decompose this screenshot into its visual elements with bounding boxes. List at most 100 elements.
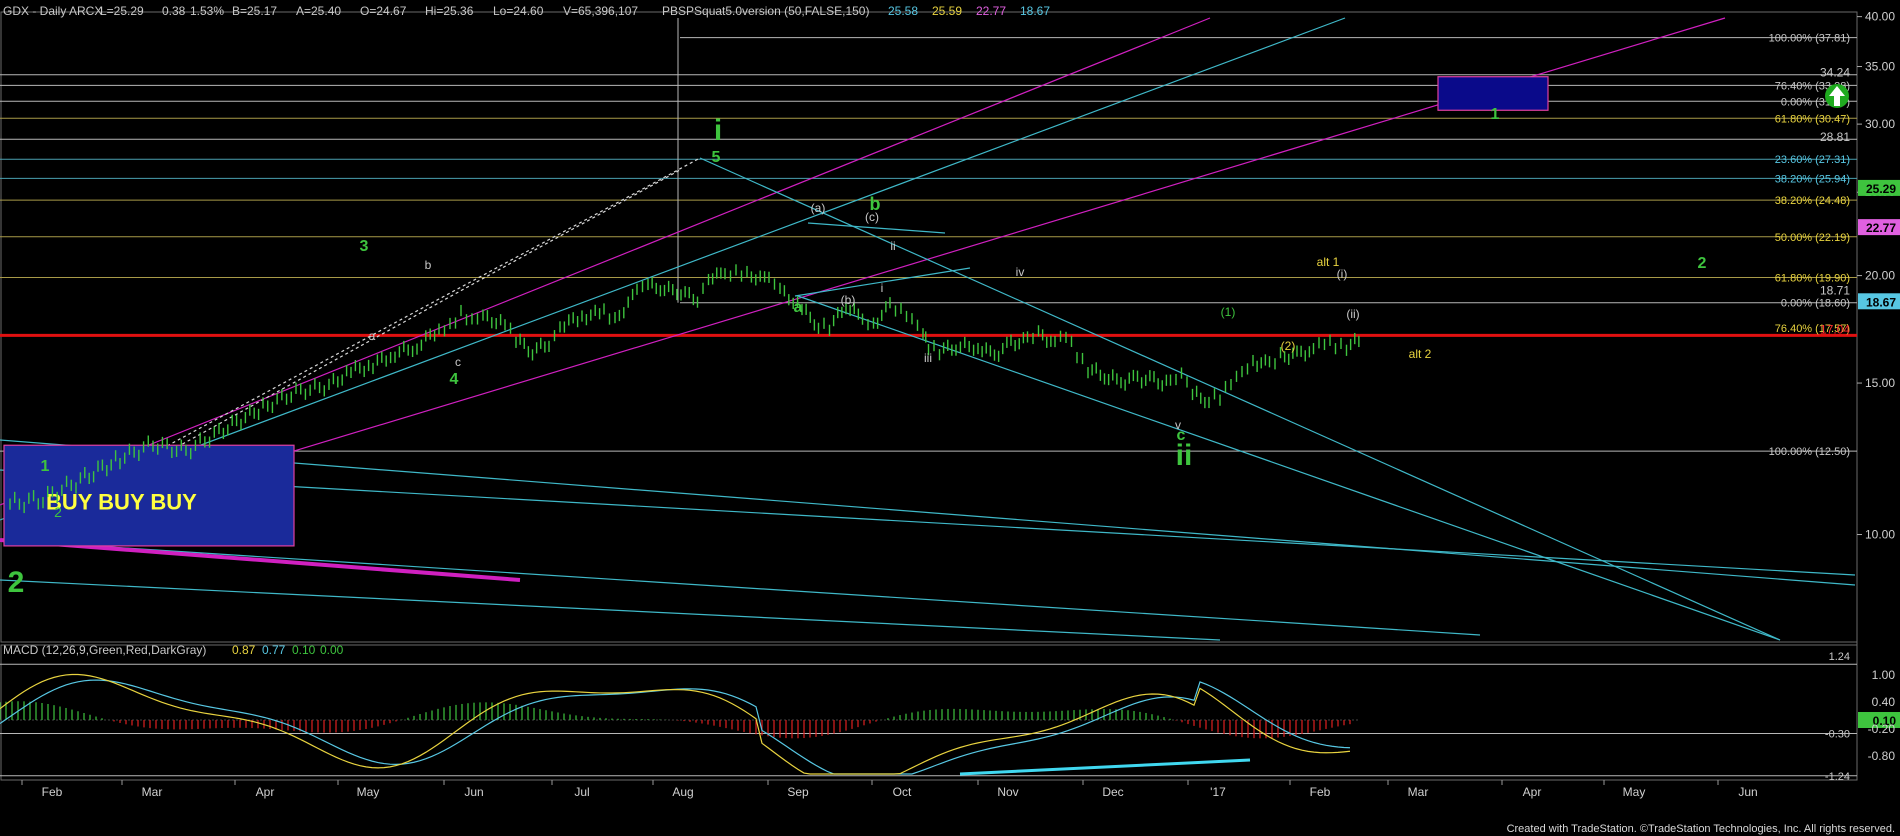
month-label: Apr [1523,785,1542,799]
macd-value: 0.77 [262,643,286,657]
wave-label: iii [924,351,932,365]
wave-label: 2 [54,504,62,520]
price-tick-label: 30.00 [1865,117,1895,131]
study-value: 25.58 [888,4,918,18]
fib-level-label: 38.20% (25.94) [1775,173,1850,185]
change-value: 0.38 [162,4,186,18]
fib-level-label: 23.60% (27.31) [1775,154,1850,166]
study-value: 18.67 [1020,4,1050,18]
fib-level-label: 18.71 [1820,283,1850,297]
fib-level-label: 50.00% (22.19) [1775,232,1850,244]
ask-value: A=25.40 [296,4,341,18]
month-label: Nov [997,785,1018,799]
fib-level-label: 100.00% (12.50) [1769,446,1850,458]
wave-label: (b) [841,293,856,307]
price-tick-label: 35.00 [1865,60,1895,74]
month-label: Oct [893,785,912,799]
price-tick-label: 15.00 [1865,376,1895,390]
open-value: O=24.67 [360,4,407,18]
wave-label: alt 2 [1409,347,1432,361]
last-price: L=25.29 [100,4,144,18]
up-arrow-icon [1825,84,1849,108]
study-value: 22.77 [976,4,1006,18]
wave-label: 1 [41,458,50,475]
wave-label: 5 [712,149,721,166]
fib-level-label: 17.04 [1820,322,1850,336]
price-marker: 22.77 [1858,219,1900,236]
price-marker: 18.67 [1858,293,1900,310]
macd-tick-label: 0.40 [1872,695,1896,709]
wave-label: ii [890,239,895,253]
month-label: Sep [787,785,809,799]
wave-label: (c) [865,210,879,224]
footer-credit: Created with TradeStation. ©TradeStation… [1507,823,1895,835]
price-marker-label: 25.29 [1866,182,1896,196]
bid-value: B=25.17 [232,4,277,18]
month-label: Mar [1408,785,1429,799]
wave-label: (ii) [1346,307,1359,321]
wave-label: 2 [8,566,25,599]
price-marker: 25.29 [1858,179,1900,196]
wave-label: b [425,258,432,272]
volume-value: V=65,396,107 [563,4,638,18]
symbol-label: GDX - Daily ARCX [3,4,102,18]
month-label: May [357,785,380,799]
wave-label: ii [1176,439,1193,472]
price-marker-label: 18.67 [1866,295,1896,309]
macd-header: MACD (12,26,9,Green,Red,DarkGray) 0.87 0.… [3,643,344,657]
macd-value: 0.87 [232,643,256,657]
macd-tick-label: 1.00 [1872,668,1896,682]
wave-label: i [714,114,722,147]
fib-level-label: 100.00% (37.81) [1769,33,1850,45]
chart-background [0,0,1900,836]
gdx-daily-chart: GDX - Daily ARCX L=25.29 0.38 1.53% B=25… [0,0,1900,836]
month-label: Dec [1102,785,1123,799]
month-label: Aug [672,785,693,799]
wave-label: (a) [811,201,826,215]
macd-tick-label: -0.20 [1868,722,1896,736]
wave-label: i [881,281,884,295]
wave-label: c [455,355,461,369]
wave-label: iv [1016,265,1025,279]
wave-label: 1 [1491,106,1500,123]
price-marker-label: 22.77 [1866,221,1896,235]
study-label: PBSPSquat5.0version (50,FALSE,150) [662,4,869,18]
month-label: Jun [1738,785,1757,799]
wave-label: a [794,299,803,316]
macd-value: 0.00 [320,643,344,657]
low-value: Lo=24.60 [493,4,544,18]
fib-level-label: 28.81 [1820,130,1850,144]
wave-label: (i) [1337,267,1348,281]
price-tick-label: 20.00 [1865,269,1895,283]
wave-label: 4 [450,371,459,388]
month-label: Mar [142,785,163,799]
month-label: May [1623,785,1646,799]
macd-level-label: -1.24 [1825,771,1850,783]
fib-level-label: 38.20% (24.48) [1775,195,1850,207]
wave-label: a [369,329,376,343]
macd-level-label: -0.30 [1825,729,1850,741]
month-label: '17 [1210,785,1226,799]
high-value: Hi=25.36 [425,4,474,18]
month-label: Apr [256,785,275,799]
wave-label: 2 [1698,255,1707,272]
study-value: 25.59 [932,4,962,18]
month-label: Feb [1310,785,1331,799]
wave-label: (1) [1221,305,1236,319]
buy-zone-text: BUY BUY BUY [46,489,197,514]
wave-label: 3 [360,238,369,255]
change-pct: 1.53% [190,4,224,18]
wave-label: (2) [1281,339,1296,353]
macd-level-label: 1.24 [1829,651,1850,663]
month-label: Jul [574,785,589,799]
macd-value: 0.10 [292,643,316,657]
macd-tick-label: -0.80 [1868,749,1896,763]
macd-label: MACD (12,26,9,Green,Red,DarkGray) [3,643,206,657]
month-label: Jun [464,785,483,799]
month-label: Feb [42,785,63,799]
price-tick-label: 10.00 [1865,528,1895,542]
fib-level-label: 34.24 [1820,66,1850,80]
fib-level-label: 61.80% (30.47) [1775,113,1850,125]
price-tick-label: 40.00 [1865,10,1895,24]
fib-level-label: 0.00% (18.60) [1781,298,1850,310]
